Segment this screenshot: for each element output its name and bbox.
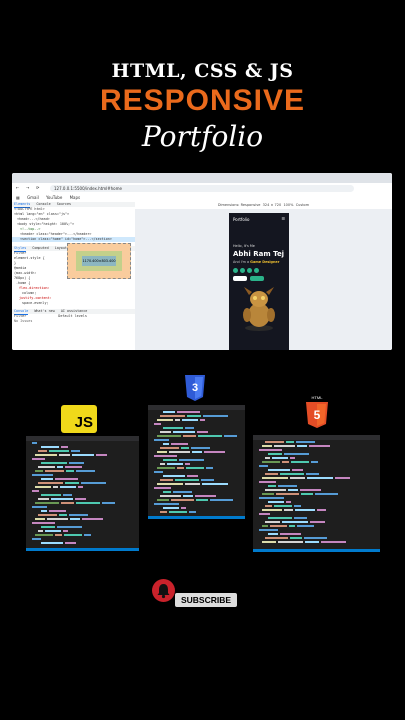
preview-logo: Portfolio bbox=[233, 217, 250, 222]
preview-role: And I'm a Game Designer bbox=[233, 260, 280, 264]
svg-text:3: 3 bbox=[192, 382, 198, 394]
back-icon[interactable]: ← bbox=[16, 185, 19, 190]
subscribe-label: SUBSCRIBE bbox=[175, 593, 237, 607]
svg-text:HTML: HTML bbox=[312, 395, 324, 400]
preview-role-highlight: Game Designer bbox=[250, 260, 280, 264]
device-viewport: Dimensions: Responsive 324 × 720 100% Cu… bbox=[135, 202, 392, 350]
js-code-editor bbox=[26, 436, 139, 551]
browser-tab-bar bbox=[12, 173, 392, 183]
robot-illustration bbox=[243, 287, 275, 331]
preview-button[interactable] bbox=[233, 276, 247, 281]
bookmark-maps[interactable]: Maps bbox=[70, 195, 81, 200]
code-lines bbox=[148, 410, 245, 514]
headline-html-css-js: HTML, CSS & JS bbox=[111, 60, 294, 82]
apps-icon[interactable]: ▦ bbox=[16, 195, 20, 200]
dom-line-selected[interactable]: <section class="home" id="home">...</sec… bbox=[12, 237, 135, 242]
box-model-padding: 1170.400×803.400 bbox=[76, 251, 122, 271]
code-line bbox=[253, 540, 380, 544]
phone-preview: Portfolio ☰ Hello, It's Me Abhi Ram Tej … bbox=[229, 213, 289, 350]
tab-sources[interactable]: Sources bbox=[57, 202, 71, 207]
editor-status-bar bbox=[26, 548, 139, 551]
css3-logo-icon: 3 bbox=[185, 375, 205, 401]
log-level-select[interactable]: Default levels bbox=[58, 314, 87, 318]
width-input[interactable]: 324 bbox=[263, 203, 270, 207]
html5-logo-icon: HTML 5 bbox=[306, 395, 328, 428]
code-line bbox=[148, 510, 245, 514]
js-logo-icon: JS bbox=[61, 405, 97, 433]
bell-icon bbox=[152, 579, 175, 602]
code-line bbox=[26, 541, 139, 545]
code-lines bbox=[26, 441, 139, 545]
throttle-select[interactable]: Custom bbox=[296, 203, 309, 207]
social-icon[interactable] bbox=[254, 268, 259, 273]
editor-status-bar bbox=[253, 549, 380, 552]
social-icon[interactable] bbox=[240, 268, 245, 273]
preview-name: Abhi Ram Tej bbox=[233, 250, 285, 258]
preview-button[interactable] bbox=[250, 276, 264, 281]
bookmark-gmail[interactable]: Gmail bbox=[27, 195, 39, 200]
menu-icon[interactable]: ☰ bbox=[281, 216, 285, 221]
headline-portfolio: Portfolio bbox=[141, 120, 264, 153]
url-field[interactable]: 127.0.0.1:5500/index.html#home bbox=[50, 185, 354, 192]
console-filter-input[interactable]: Filter bbox=[14, 314, 26, 318]
svg-text:5: 5 bbox=[314, 408, 321, 422]
subscribe-button[interactable]: SUBSCRIBE bbox=[152, 579, 242, 609]
box-model-diagram: 1170.400×803.400 bbox=[67, 243, 131, 279]
html-code-editor bbox=[253, 435, 380, 552]
reload-icon[interactable]: ⟳ bbox=[36, 185, 39, 190]
forward-icon[interactable]: → bbox=[26, 185, 29, 190]
social-icon[interactable] bbox=[247, 268, 252, 273]
dimensions-select[interactable]: Dimensions: Responsive bbox=[218, 203, 261, 207]
code-lines bbox=[253, 440, 380, 544]
browser-screenshot: ← → ⟳ 127.0.0.1:5500/index.html#home ▦ G… bbox=[12, 173, 392, 350]
bookmark-youtube[interactable]: YouTube bbox=[46, 195, 62, 200]
headline-responsive: RESPONSIVE bbox=[99, 84, 306, 117]
height-input[interactable]: 720 bbox=[275, 203, 282, 207]
css-code-editor bbox=[148, 405, 245, 519]
style-line: space-evenly; bbox=[22, 301, 49, 305]
bookmarks-bar: ▦ Gmail YouTube Maps bbox=[12, 194, 392, 202]
device-toolbar: Dimensions: Responsive 324 × 720 100% Cu… bbox=[135, 202, 392, 209]
editor-status-bar bbox=[148, 516, 245, 519]
box-model-content: 1170.400×803.400 bbox=[82, 256, 116, 266]
console-issues: No Issues bbox=[14, 319, 33, 323]
social-icon[interactable] bbox=[233, 268, 238, 273]
tab-computed[interactable]: Computed bbox=[32, 246, 48, 251]
tab-layout[interactable]: Layout bbox=[55, 246, 67, 251]
preview-hello: Hello, It's Me bbox=[233, 244, 255, 248]
zoom-select[interactable]: 100% bbox=[283, 203, 293, 207]
